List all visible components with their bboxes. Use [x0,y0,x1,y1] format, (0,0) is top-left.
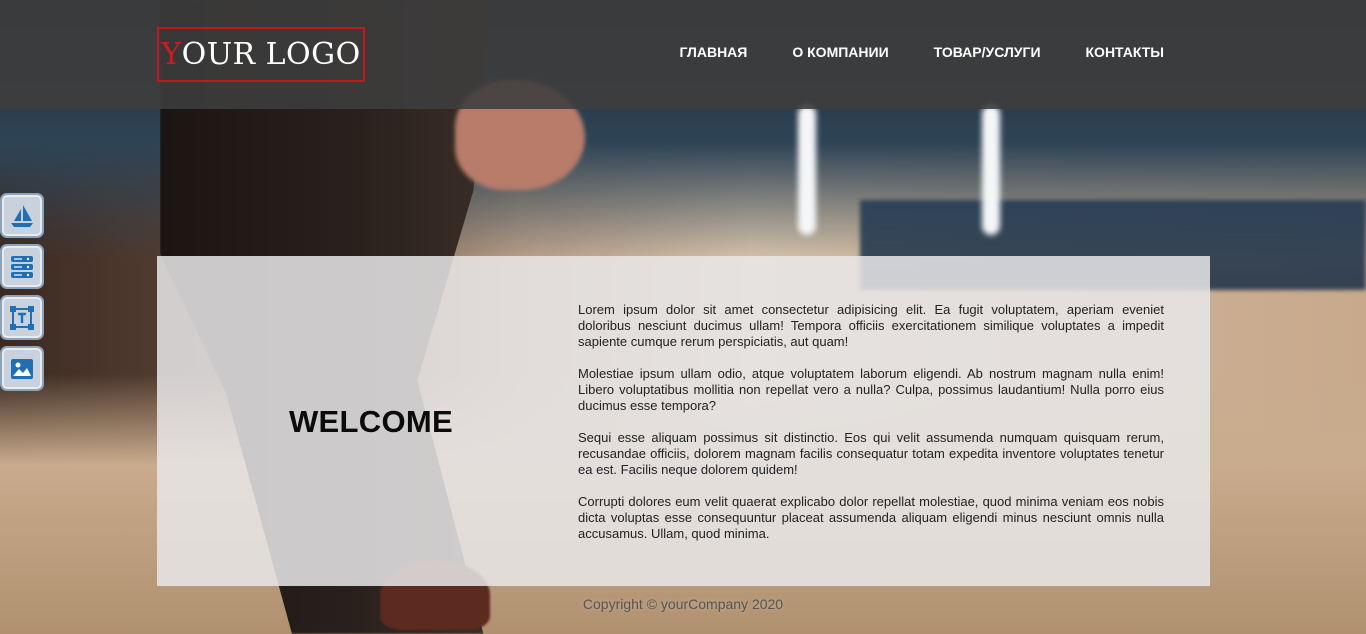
nav-item-products[interactable]: ТОВАР/УСЛУГИ [934,44,1041,60]
background-light [982,105,1000,235]
copyright-text: Copyright © yourCompany 2020 [582,596,784,612]
paragraph: Lorem ipsum dolor sit amet consectetur a… [578,302,1164,349]
text-box-icon [10,305,34,330]
nav-item-home[interactable]: ГЛАВНАЯ [679,44,747,60]
logo-text: OUR LOGO [181,37,361,72]
site-logo[interactable]: Y OUR LOGO [157,27,365,82]
image-button[interactable] [0,346,44,391]
server-button[interactable] [0,244,44,289]
nav-item-contacts[interactable]: КОНТАКТЫ [1086,44,1164,60]
paragraph: Molestiae ipsum ullam odio, atque volupt… [578,366,1164,413]
side-toolbar [0,193,44,391]
welcome-text: Lorem ipsum dolor sit amet consectetur a… [578,302,1164,558]
text-box-button[interactable] [0,295,44,340]
server-icon [11,255,33,278]
background-light [798,105,816,235]
sailboat-icon [11,204,33,227]
nav-item-about[interactable]: О КОМПАНИИ [792,44,888,60]
welcome-panel: WELCOME Lorem ipsum dolor sit amet conse… [157,256,1210,586]
logo-initial: Y [161,37,182,72]
site-header: Y OUR LOGO ГЛАВНАЯ О КОМПАНИИ ТОВАР/УСЛУГ… [0,0,1366,109]
welcome-heading: WELCOME [289,404,453,439]
image-icon [11,358,33,379]
main-nav: ГЛАВНАЯ О КОМПАНИИ ТОВАР/УСЛУГИ КОНТАКТЫ [679,44,1164,60]
paragraph: Sequi esse aliquam possimus sit distinct… [578,430,1164,477]
paragraph: Corrupti dolores eum velit quaerat expli… [578,494,1164,541]
sailboat-button[interactable] [0,193,44,238]
